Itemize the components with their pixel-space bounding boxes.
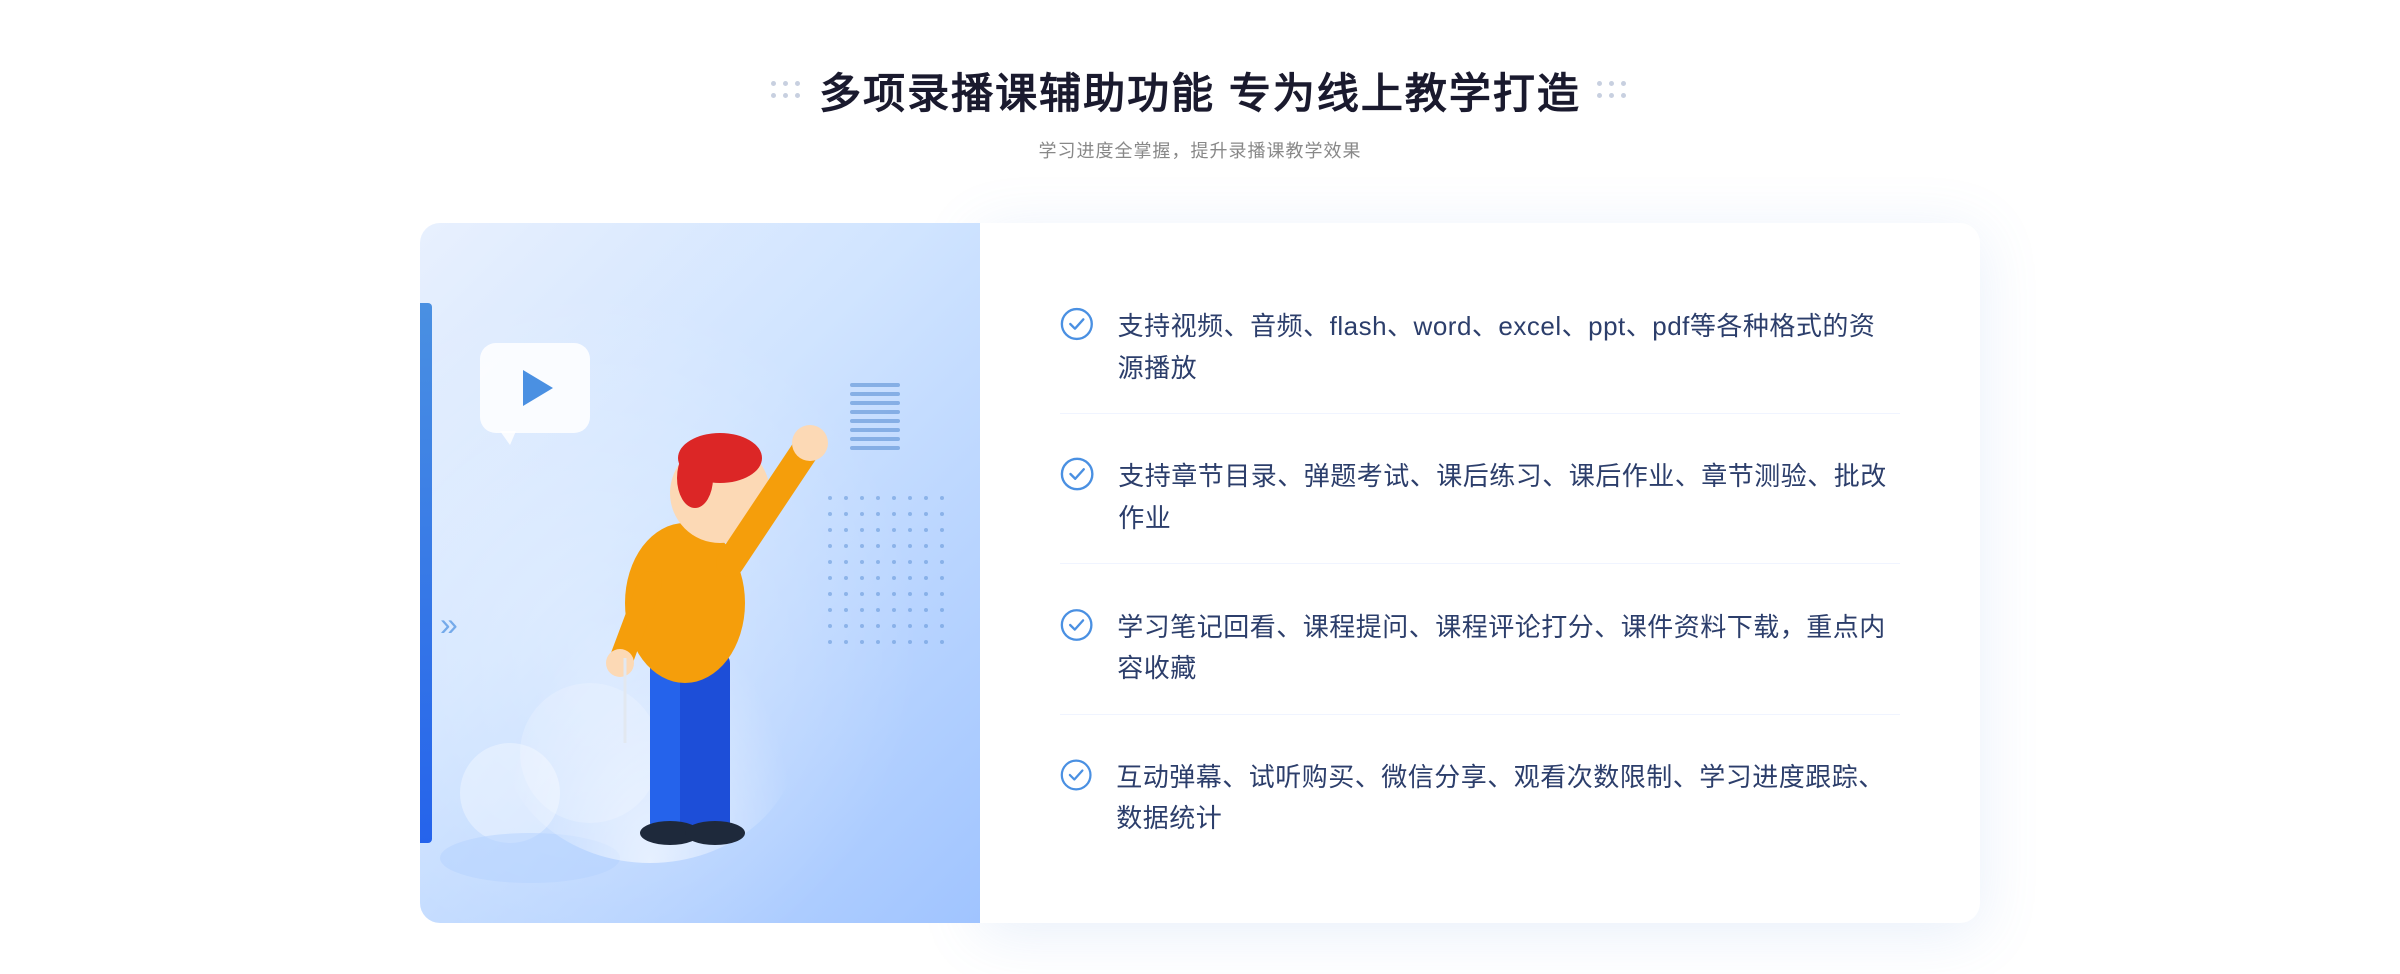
decorative-dots-right — [1597, 81, 1629, 101]
main-content: » — [420, 223, 1980, 923]
page-header: 多项录播课辅助功能 专为线上教学打造 — [771, 60, 1629, 121]
check-icon-4 — [1060, 757, 1092, 793]
chevron-left-icon: » — [440, 606, 458, 643]
feature-text-4: 互动弹幕、试听购买、微信分享、观看次数限制、学习进度跟踪、数据统计 — [1116, 757, 1900, 840]
illustration-area: » — [420, 223, 980, 923]
person-figure — [520, 363, 840, 923]
content-area: 支持视频、音频、flash、word、excel、ppt、pdf等各种格式的资源… — [980, 223, 1980, 923]
accent-bar — [420, 303, 432, 843]
feature-item-3: 学习笔记回看、课程提问、课程评论打分、课件资料下载，重点内容收藏 — [1060, 583, 1900, 715]
feature-item-2: 支持章节目录、弹题考试、课后练习、课后作业、章节测验、批改作业 — [1060, 432, 1900, 564]
stripe-decoration — [850, 383, 900, 463]
check-icon-3 — [1060, 607, 1093, 643]
feature-text-1: 支持视频、音频、flash、word、excel、ppt、pdf等各种格式的资源… — [1118, 306, 1900, 389]
page-title: 多项录播课辅助功能 专为线上教学打造 — [819, 60, 1581, 121]
dot-pattern — [828, 496, 950, 650]
feature-text-2: 支持章节目录、弹题考试、课后练习、课后作业、章节测验、批改作业 — [1118, 456, 1900, 539]
check-icon-1 — [1060, 306, 1094, 342]
feature-item-1: 支持视频、音频、flash、word、excel、ppt、pdf等各种格式的资源… — [1060, 282, 1900, 414]
page-subtitle: 学习进度全掌握，提升录播课教学效果 — [1039, 137, 1362, 163]
check-icon-2 — [1060, 456, 1094, 492]
feature-text-3: 学习笔记回看、课程提问、课程评论打分、课件资料下载，重点内容收藏 — [1117, 607, 1900, 690]
feature-item-4: 互动弹幕、试听购买、微信分享、观看次数限制、学习进度跟踪、数据统计 — [1060, 733, 1900, 864]
decorative-dots-left — [771, 81, 803, 101]
